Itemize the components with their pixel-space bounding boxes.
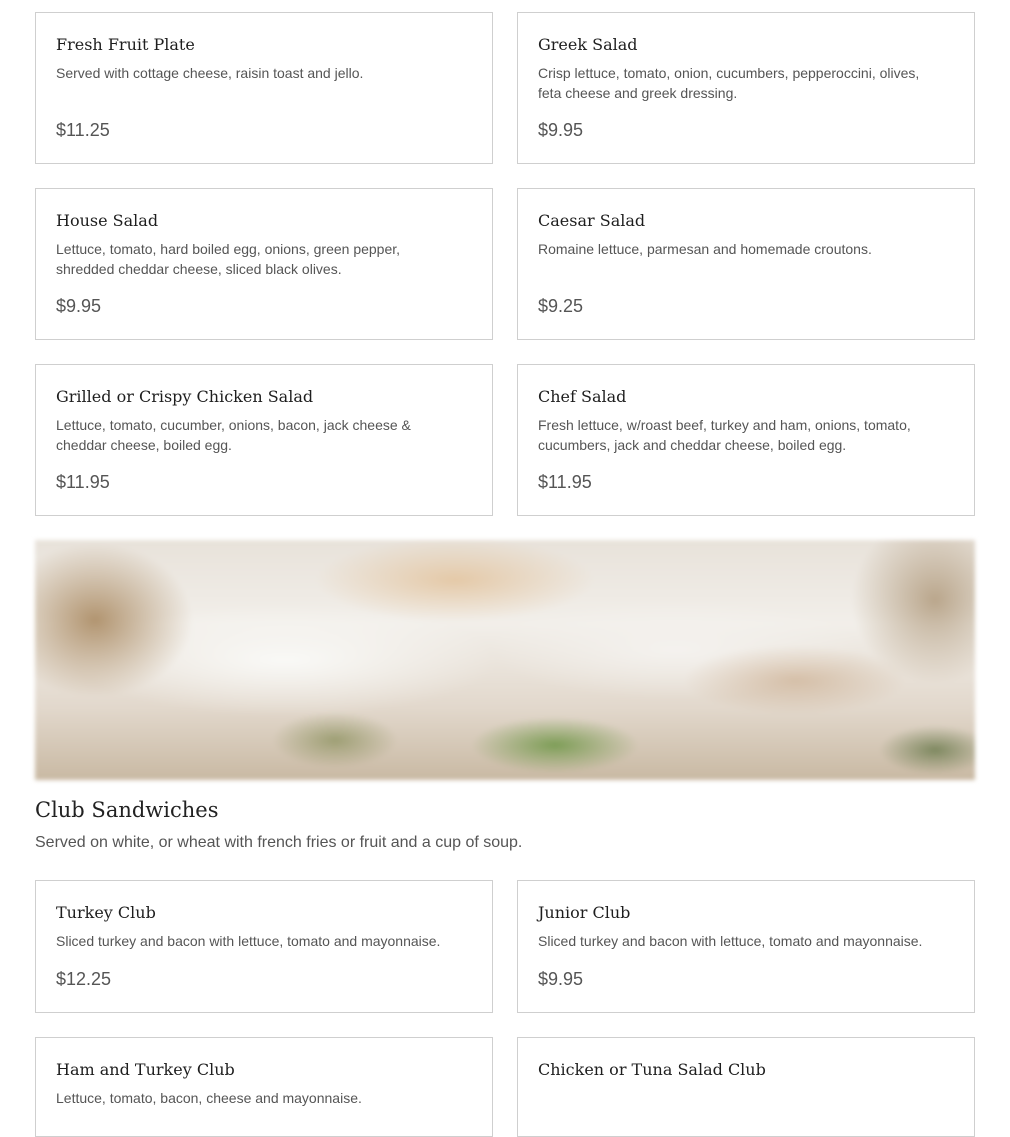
section-description: Served on white, or wheat with french fr… <box>35 834 523 851</box>
menu-item-card: House Salad Lettuce, tomato, hard boiled… <box>35 188 493 340</box>
menu-item-description: Fresh lettuce, w/roast beef, turkey and … <box>538 417 911 453</box>
menu-item-card: Turkey Club Sliced turkey and bacon with… <box>35 880 493 1013</box>
menu-item-card: Chef Salad Fresh lettuce, w/roast beef, … <box>517 364 975 516</box>
menu-item-price: $12.25 <box>56 969 112 989</box>
menu-item-card: Ham and Turkey Club Lettuce, tomato, bac… <box>35 1037 493 1137</box>
menu-item-description: Romaine lettuce, parmesan and homemade c… <box>538 241 872 257</box>
menu-item-name: Fresh Fruit Plate <box>56 35 195 54</box>
menu-item-description: Sliced turkey and bacon with lettuce, to… <box>538 933 923 949</box>
menu-item-price: $9.95 <box>56 296 102 316</box>
menu-item-name: Chicken or Tuna Salad Club <box>538 1060 766 1079</box>
menu-item-price: $9.95 <box>538 969 584 989</box>
menu-item-name: House Salad <box>56 211 159 230</box>
menu-item-name: Chef Salad <box>538 387 627 406</box>
menu-item-price: $11.25 <box>56 120 110 140</box>
menu-item-price: $9.25 <box>538 296 584 316</box>
menu-item-card: Caesar Salad Romaine lettuce, parmesan a… <box>517 188 975 340</box>
menu-item-card: Chicken or Tuna Salad Club <box>517 1037 975 1137</box>
menu-item-description: Lettuce, tomato, hard boiled egg, onions… <box>56 241 401 277</box>
menu-item-description: Sliced turkey and bacon with lettuce, to… <box>56 933 441 949</box>
club-sandwich-photo <box>35 540 975 780</box>
menu-item-description: Lettuce, tomato, bacon, cheese and mayon… <box>56 1090 362 1106</box>
menu-item-card: Fresh Fruit Plate Served with cottage ch… <box>35 12 493 164</box>
menu-item-description: Crisp lettuce, tomato, onion, cucumbers,… <box>538 65 920 101</box>
menu-item-price: $9.95 <box>538 120 584 140</box>
menu-item-name: Junior Club <box>538 903 631 922</box>
menu-item-card: Greek Salad Crisp lettuce, tomato, onion… <box>517 12 975 164</box>
menu-item-name: Caesar Salad <box>538 211 646 230</box>
menu-item-description: Served with cottage cheese, raisin toast… <box>56 65 364 81</box>
section-title: Club Sandwiches <box>35 798 219 822</box>
menu-item-card: Grilled or Crispy Chicken Salad Lettuce,… <box>35 364 493 516</box>
menu-item-card: Junior Club Sliced turkey and bacon with… <box>517 880 975 1013</box>
menu-item-price: $11.95 <box>56 472 110 492</box>
menu-item-name: Grilled or Crispy Chicken Salad <box>56 387 314 406</box>
menu-item-price: $11.95 <box>538 472 592 492</box>
menu-item-description: Lettuce, tomato, cucumber, onions, bacon… <box>56 417 411 453</box>
menu-item-name: Turkey Club <box>56 903 156 922</box>
menu-item-name: Ham and Turkey Club <box>56 1060 235 1079</box>
menu-item-name: Greek Salad <box>538 35 638 54</box>
